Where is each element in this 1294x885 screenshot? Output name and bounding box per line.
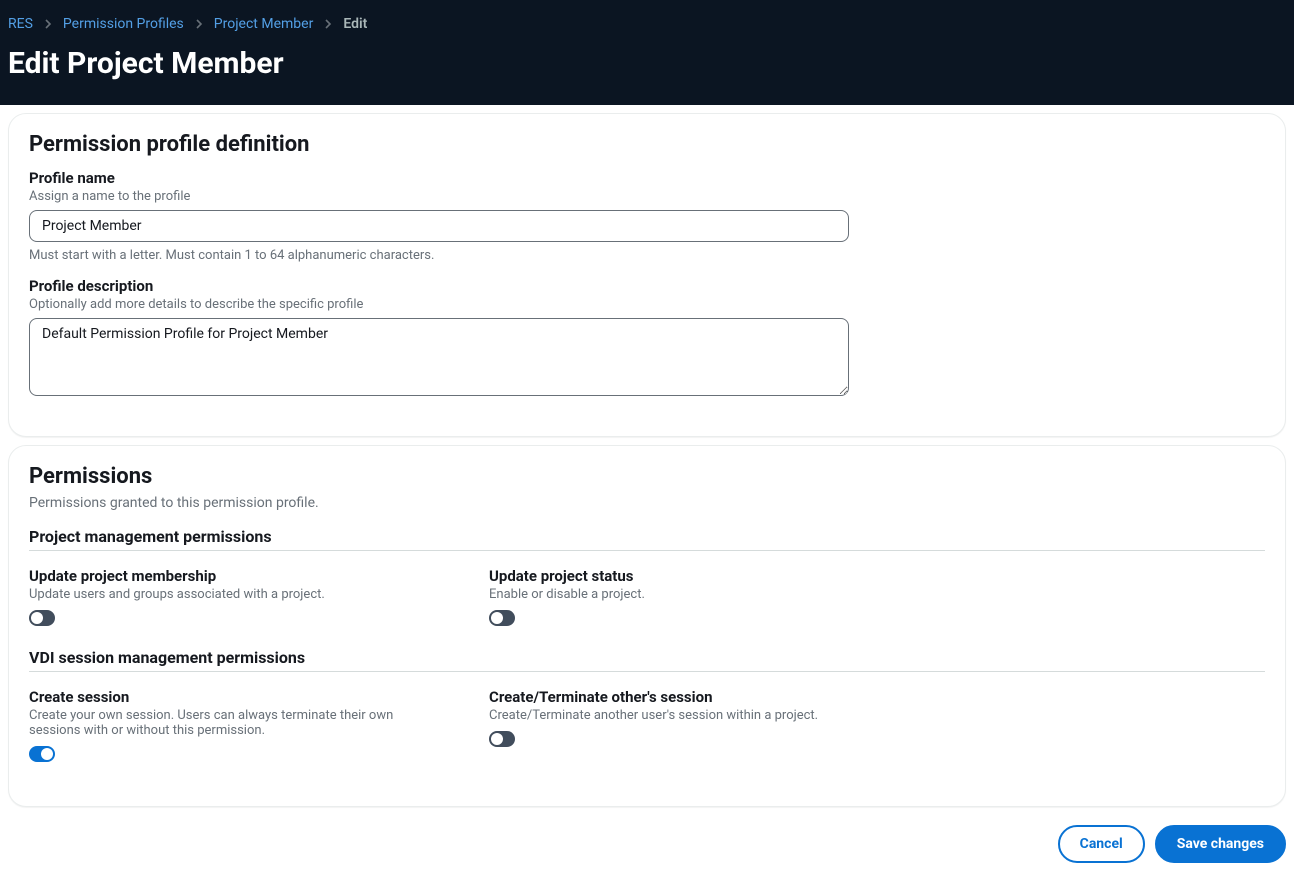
perm-terminate-others: Create/Terminate other's session Create/… xyxy=(489,688,1265,766)
perm-label: Create/Terminate other's session xyxy=(489,688,1265,706)
chevron-right-icon xyxy=(43,19,53,29)
profile-name-field: Profile name Assign a name to the profil… xyxy=(29,169,1265,263)
profile-description-field: Profile description Optionally add more … xyxy=(29,277,1265,400)
toggle-update-status[interactable] xyxy=(489,610,515,626)
profile-description-label: Profile description xyxy=(29,277,1265,295)
permissions-heading: Permissions xyxy=(29,464,1265,489)
save-button[interactable]: Save changes xyxy=(1155,825,1286,863)
profile-name-input[interactable] xyxy=(29,210,849,242)
toggle-update-membership[interactable] xyxy=(29,610,55,626)
profile-description-hint: Optionally add more details to describe … xyxy=(29,297,1265,312)
perm-label: Update project membership xyxy=(29,567,449,585)
perm-create-session: Create session Create your own session. … xyxy=(29,688,449,766)
section-divider xyxy=(29,550,1265,551)
toggle-terminate-others[interactable] xyxy=(489,731,515,747)
perm-desc: Update users and groups associated with … xyxy=(29,587,409,602)
perm-update-status: Update project status Enable or disable … xyxy=(489,567,1265,630)
breadcrumb-current: Edit xyxy=(343,16,367,32)
footer-actions: Cancel Save changes xyxy=(0,815,1294,883)
toggle-create-session[interactable] xyxy=(29,746,55,762)
perm-desc: Create/Terminate another user's session … xyxy=(489,708,869,723)
page-title: Edit Project Member xyxy=(8,44,1286,87)
permissions-card: Permissions Permissions granted to this … xyxy=(8,445,1286,807)
definition-card: Permission profile definition Profile na… xyxy=(8,113,1286,437)
breadcrumb-link-project-member[interactable]: Project Member xyxy=(214,16,314,32)
permissions-sub: Permissions granted to this permission p… xyxy=(29,495,1265,511)
cancel-button[interactable]: Cancel xyxy=(1058,825,1145,863)
vdi-section-title: VDI session management permissions xyxy=(29,648,1265,667)
breadcrumb-link-permission-profiles[interactable]: Permission Profiles xyxy=(63,16,184,32)
profile-name-label: Profile name xyxy=(29,169,1265,187)
profile-description-input[interactable]: Default Permission Profile for Project M… xyxy=(29,318,849,396)
profile-name-constraint: Must start with a letter. Must contain 1… xyxy=(29,248,1265,263)
section-divider xyxy=(29,671,1265,672)
breadcrumb: RES Permission Profiles Project Member E… xyxy=(8,12,1286,44)
perm-desc: Create your own session. Users can alway… xyxy=(29,708,409,738)
perm-label: Update project status xyxy=(489,567,1265,585)
breadcrumb-link-res[interactable]: RES xyxy=(8,16,33,32)
perm-desc: Enable or disable a project. xyxy=(489,587,869,602)
perm-update-membership: Update project membership Update users a… xyxy=(29,567,449,630)
profile-name-hint: Assign a name to the profile xyxy=(29,189,1265,204)
definition-heading: Permission profile definition xyxy=(29,132,1265,157)
perm-label: Create session xyxy=(29,688,449,706)
chevron-right-icon xyxy=(194,19,204,29)
project-section-title: Project management permissions xyxy=(29,527,1265,546)
chevron-right-icon xyxy=(323,19,333,29)
